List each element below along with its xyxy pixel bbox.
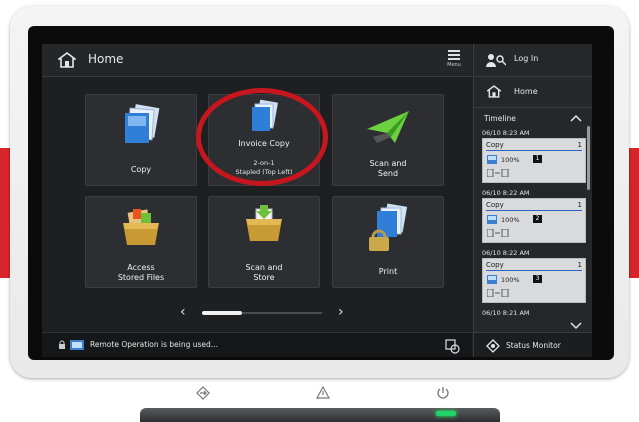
scan-and-store-tile[interactable]: Scan and Store	[208, 196, 320, 288]
job-count: 1	[577, 201, 582, 209]
remote-monitor-icon	[70, 340, 84, 350]
document-icon	[487, 215, 497, 224]
next-page-chevron-icon[interactable]: ›	[338, 304, 344, 320]
job-time: 06/10 8:23 AM	[482, 129, 530, 137]
power-icon[interactable]	[436, 386, 450, 400]
timeline-job[interactable]: 06/10 8:21 AM	[482, 308, 586, 318]
remote-operation-icon[interactable]	[444, 338, 460, 354]
header-bar: Home Menu	[42, 44, 472, 77]
highlight-circle	[196, 88, 328, 186]
job-header: Copy 1	[486, 201, 582, 211]
status-bar: Remote Operation is being used...	[42, 332, 472, 357]
job-number-badge: 2	[533, 215, 542, 223]
page-flow-icon	[487, 289, 509, 297]
alert-icon[interactable]	[316, 386, 330, 399]
menu-icon	[448, 50, 460, 60]
document-icon	[487, 155, 497, 164]
scan-store-box-icon	[246, 205, 282, 241]
status-monitor-icon	[486, 339, 500, 353]
job-count: 1	[577, 141, 582, 149]
login-button[interactable]: Log In	[474, 44, 592, 77]
timeline-scrollbar[interactable]	[587, 126, 590, 190]
energy-saver-icon[interactable]	[196, 386, 210, 400]
user-key-icon	[486, 54, 506, 67]
side-panel: Log In Home Timeline 06/10 8:23 AM Copy …	[473, 44, 592, 357]
previous-page-chevron-icon[interactable]: ‹	[180, 304, 186, 320]
access-stored-files-label-2: Stored Files	[117, 273, 165, 282]
timeline-job[interactable]: 06/10 8:22 AM Copy 1 100% 2	[482, 188, 586, 243]
print-lock-icon	[369, 203, 408, 251]
touch-screen: Home Menu Copy Invoice Copy 2-on-1 Stapl…	[42, 44, 592, 357]
job-number-badge: 3	[533, 275, 542, 283]
timeline-job[interactable]: 06/10 8:23 AM Copy 1 100% 1	[482, 128, 586, 183]
home-icon	[487, 85, 501, 98]
page-flow-icon	[487, 229, 509, 237]
job-type: Copy	[486, 141, 504, 149]
job-time: 06/10 8:21 AM	[482, 309, 530, 317]
job-header: Copy 1	[486, 261, 582, 271]
job-card: Copy 1 100% 1	[482, 138, 586, 183]
device-base	[140, 408, 500, 422]
menu-button[interactable]: Menu	[442, 48, 466, 74]
lock-icon	[59, 340, 65, 349]
power-led	[436, 411, 456, 416]
print-tile[interactable]: Print	[332, 196, 444, 288]
page-indicator-thumb	[202, 311, 242, 315]
status-monitor-label: Status Monitor	[506, 341, 561, 350]
scan-and-send-label-2: Send	[377, 169, 399, 178]
home-shortcut-label: Home	[514, 87, 538, 96]
document-icon	[487, 275, 497, 284]
scan-and-store-label-1: Scan and	[245, 263, 283, 272]
timeline-job[interactable]: 06/10 8:22 AM Copy 1 100% 3	[482, 248, 586, 303]
print-label: Print	[378, 267, 398, 276]
chevron-up-icon[interactable]	[570, 114, 582, 122]
copy-icon	[125, 104, 160, 143]
status-monitor-button[interactable]: Status Monitor	[474, 332, 592, 357]
job-card: Copy 1 100% 3	[482, 258, 586, 303]
job-type: Copy	[486, 261, 504, 269]
job-header: Copy 1	[486, 141, 582, 151]
job-percent: 100%	[501, 276, 520, 284]
scan-and-send-label-1: Scan and	[369, 159, 407, 168]
job-card: Copy 1 100% 2	[482, 198, 586, 243]
access-stored-files-label-1: Access	[127, 263, 155, 272]
copy-label: Copy	[130, 165, 152, 174]
access-stored-files-tile[interactable]: Access Stored Files	[85, 196, 197, 288]
chevron-down-icon[interactable]	[570, 322, 582, 330]
paper-plane-icon	[367, 111, 409, 143]
stored-files-box-icon	[123, 209, 159, 245]
page-title: Home	[88, 52, 124, 66]
menu-label: Menu	[447, 62, 461, 68]
login-label: Log In	[514, 54, 539, 63]
job-time: 06/10 8:22 AM	[482, 189, 530, 197]
timeline-heading: Timeline	[484, 114, 516, 123]
job-count: 1	[577, 261, 582, 269]
home-icon[interactable]	[58, 52, 76, 68]
copy-tile[interactable]: Copy	[85, 94, 197, 186]
job-time: 06/10 8:22 AM	[482, 249, 530, 257]
home-shortcut-button[interactable]: Home	[474, 77, 592, 108]
job-percent: 100%	[501, 216, 520, 224]
job-number-badge: 1	[533, 155, 542, 163]
scan-and-send-tile[interactable]: Scan and Send	[332, 94, 444, 186]
job-type: Copy	[486, 201, 504, 209]
job-percent: 100%	[501, 156, 520, 164]
page-flow-icon	[487, 169, 509, 177]
scan-and-store-label-2: Store	[253, 273, 275, 282]
status-message: Remote Operation is being used...	[90, 340, 218, 349]
